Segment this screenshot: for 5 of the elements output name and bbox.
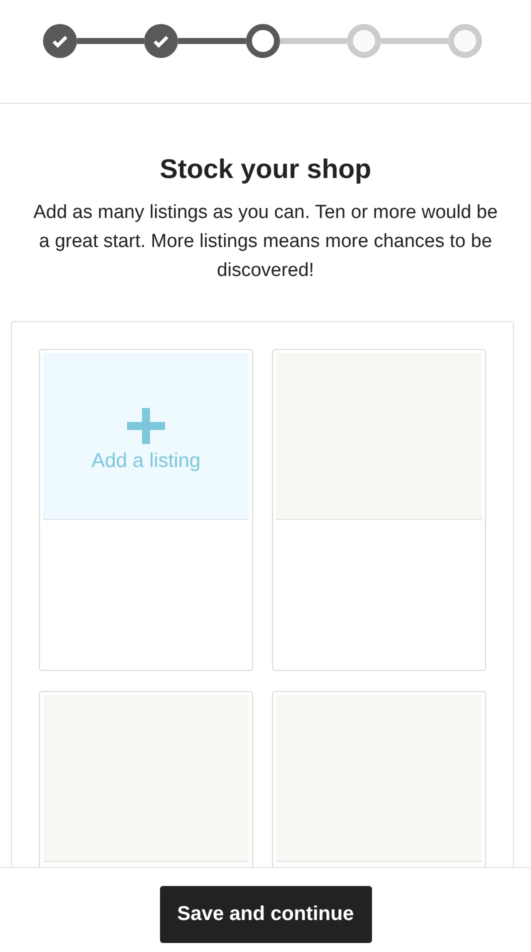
add-listing-label: Add a listing bbox=[92, 450, 200, 472]
description-text: Add as many listings as you can. Ten or more would be a great start. More listings means more chances to be discovered! bbox=[32, 201, 499, 283]
plus-icon bbox=[127, 408, 165, 444]
page-title: Stock your shop bbox=[158, 153, 372, 186]
save-and-continue-button[interactable]: Save and continue bbox=[160, 886, 372, 943]
